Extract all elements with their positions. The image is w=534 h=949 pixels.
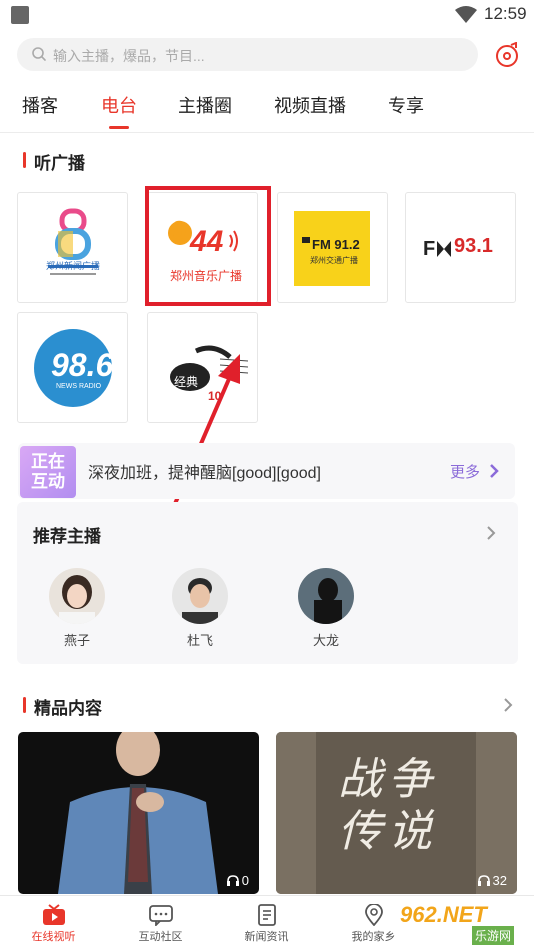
section-title: 推荐主播 xyxy=(33,527,101,546)
content-card[interactable]: 0 xyxy=(18,732,259,894)
divider xyxy=(0,132,534,133)
station-freq: FM 91.2 xyxy=(312,237,360,252)
search-placeholder: 输入主播，爆品，节目... xyxy=(53,48,205,64)
wifi-icon xyxy=(455,6,477,23)
host-name: 大龙 xyxy=(312,633,339,648)
chevron-right-icon xyxy=(490,464,499,478)
nav-label: 在线视听 xyxy=(31,931,76,943)
section-title: 精品内容 xyxy=(34,699,102,718)
station-logo-text: 郑州交通广播 xyxy=(310,256,358,265)
highlight-annotation xyxy=(145,186,271,306)
play-count: 0 xyxy=(226,873,249,888)
recommended-hosts: 推荐主播 燕子 杜飞 大龙 xyxy=(17,502,518,664)
chevron-right-icon[interactable] xyxy=(501,698,515,712)
host-item[interactable]: 大龙 xyxy=(286,568,366,649)
watermark-logo: 962.NET 乐游网 xyxy=(398,902,530,946)
chevron-right-icon[interactable] xyxy=(485,526,497,540)
status-time: 12:59 xyxy=(484,4,527,23)
station-tile-news-radio[interactable]: 98.6 NEWS RADIO xyxy=(17,312,128,423)
station-logo xyxy=(48,208,98,275)
host-item[interactable]: 燕子 xyxy=(37,568,117,649)
search-input[interactable]: 输入主播，爆品，节目... xyxy=(17,38,478,71)
station-tile-news[interactable]: 郑州新闻广播 xyxy=(17,192,128,303)
tab-host-circle[interactable]: 主播圈 xyxy=(178,92,232,118)
more-link[interactable]: 更多 xyxy=(450,461,480,482)
play-count: 32 xyxy=(477,873,507,888)
chat-icon xyxy=(148,905,173,926)
station-freq: 93.1 xyxy=(454,235,493,257)
nav-label: 互动社区 xyxy=(138,931,183,943)
live-interaction-banner[interactable]: 正在 互动 深夜加班，提神醒脑[good][good] 更多 xyxy=(18,443,515,499)
host-name: 燕子 xyxy=(63,633,90,648)
tab-podcast[interactable]: 播客 xyxy=(22,92,58,118)
tab-exclusive[interactable]: 专享 xyxy=(388,92,424,118)
host-name: 杜飞 xyxy=(186,633,213,648)
tab-live-video[interactable]: 视频直播 xyxy=(274,92,346,118)
music-disc-icon[interactable] xyxy=(494,42,520,68)
cover-title: 战争传说 xyxy=(338,754,438,857)
content-card[interactable]: 战争传说 32 xyxy=(276,732,517,894)
nav-news[interactable]: 新闻资讯 xyxy=(213,896,320,949)
station-tile-traffic[interactable]: FM 91.2 郑州交通广播 xyxy=(277,192,388,303)
avatar xyxy=(298,568,354,624)
avatar xyxy=(172,568,228,624)
category-tabs: 播客 电台 主播圈 视频直播 专享 xyxy=(0,92,534,132)
headphone-icon xyxy=(477,875,490,886)
tab-radio[interactable]: 电台 xyxy=(101,92,137,118)
news-icon xyxy=(257,904,276,926)
section-marker xyxy=(23,697,26,713)
live-badge: 正在 互动 xyxy=(20,446,76,498)
svg-text:F: F xyxy=(423,238,435,260)
content-cover xyxy=(58,732,218,894)
section-title: 听广播 xyxy=(34,154,85,173)
station-tile-931[interactable]: F 93.1 xyxy=(405,192,516,303)
nav-online-listening[interactable]: 在线视听 xyxy=(0,896,107,949)
live-topic: 深夜加班，提神醒脑[good][good] xyxy=(88,465,321,482)
status-bar: 12:59 xyxy=(0,0,534,30)
tab-indicator xyxy=(109,126,129,129)
station-logo-text: NEWS RADIO xyxy=(56,383,102,390)
station-logo-text: 郑州新闻广播 xyxy=(46,261,101,271)
notification-icon xyxy=(11,6,29,24)
avatar xyxy=(49,568,105,624)
nav-label: 新闻资讯 xyxy=(244,931,289,943)
section-marker xyxy=(23,152,26,168)
tv-icon xyxy=(42,904,65,925)
location-icon xyxy=(364,904,383,926)
search-icon xyxy=(32,47,46,61)
nav-community[interactable]: 互动社区 xyxy=(107,896,214,949)
host-item[interactable]: 杜飞 xyxy=(160,568,240,649)
headphone-icon xyxy=(226,875,239,886)
station-freq: 98.6 xyxy=(51,347,114,383)
